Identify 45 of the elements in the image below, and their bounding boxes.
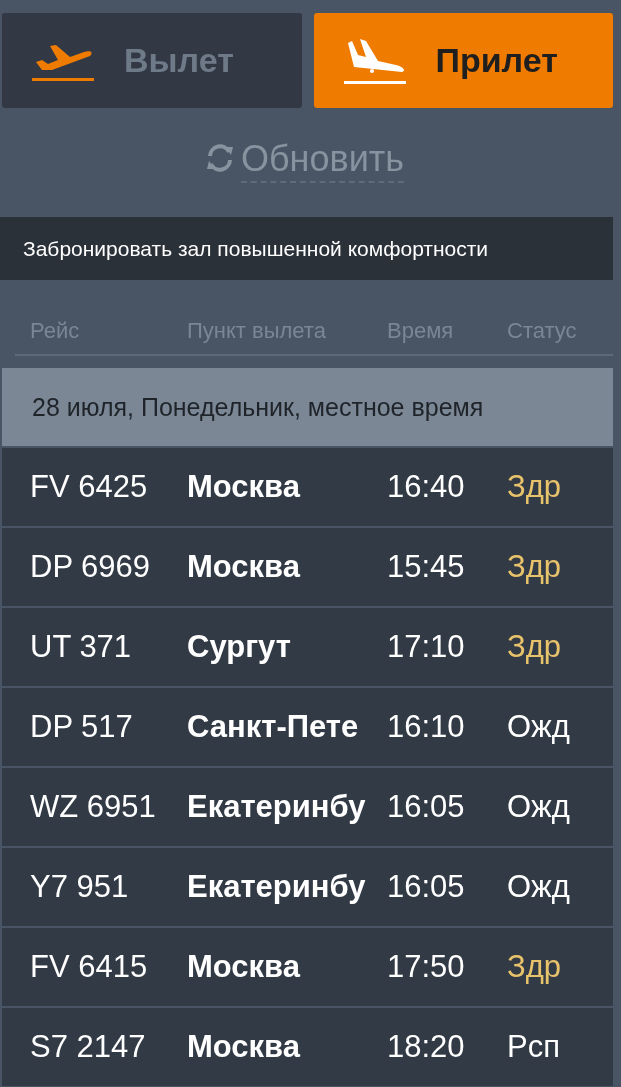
city-name: Сургут: [187, 629, 292, 665]
flight-row[interactable]: UT 371 Сургут 17:10 Здр: [2, 608, 613, 686]
flight-status: Здр: [507, 549, 563, 585]
arrival-time: 16:05: [387, 789, 466, 825]
flight-status: Здр: [507, 629, 563, 665]
flight-status: Ожд: [507, 789, 571, 825]
flight-number: DP 6969: [29, 549, 152, 585]
flight-status: Здр: [507, 469, 563, 505]
city-name: Санкт-Пете: [187, 709, 360, 745]
flight-row[interactable]: WZ 6951 Екатеринбу 16:05 Ожд: [2, 768, 613, 846]
city-name: Москва: [187, 469, 302, 505]
book-lounge-button[interactable]: Забронировать зал повышенной комфортности: [0, 217, 613, 280]
flight-row[interactable]: DP 517 Санкт-Пете 16:10 Ожд: [2, 688, 613, 766]
flight-row[interactable]: FV 6415 Москва 17:50 Здр: [2, 928, 613, 1006]
arrival-time: 16:40: [387, 469, 466, 505]
flight-row[interactable]: DP 6969 Москва 15:45 Здр: [2, 528, 613, 606]
flight-number: DP 517: [29, 709, 134, 745]
arrival-time: 17:10: [387, 629, 466, 665]
city-name: Екатеринбу: [187, 789, 367, 825]
city-name: Москва: [187, 949, 302, 985]
arrival-time: 18:20: [387, 1029, 466, 1065]
flight-status: Ожд: [507, 869, 571, 905]
flight-number: WZ 6951: [29, 789, 157, 825]
flight-row[interactable]: S7 2147 Москва 18:20 Рсп: [2, 1008, 613, 1086]
flight-number: FV 6415: [29, 949, 149, 985]
flight-row[interactable]: FV 6425 Москва 16:40 Здр: [2, 448, 613, 526]
landing-icon: [343, 36, 406, 85]
refresh-icon: [205, 143, 235, 173]
flight-row[interactable]: Y7 951 Екатеринбу 16:05 Ожд: [2, 848, 613, 926]
flight-number: UT 371: [29, 629, 133, 665]
flight-number: S7 2147: [29, 1029, 147, 1065]
city-name: Москва: [187, 549, 302, 585]
flight-number: FV 6425: [29, 469, 149, 505]
tab[interactable]: Прилет: [313, 13, 613, 108]
date-header: 28 июля, Понедельник, местное время: [2, 368, 613, 446]
city-name: Екатеринбу: [187, 869, 367, 905]
arrival-time: 17:50: [387, 949, 466, 985]
flight-number: Y7 951: [29, 869, 130, 905]
arrival-time: 15:45: [387, 549, 466, 585]
flight-status: Здр: [507, 949, 563, 985]
arrival-time: 16:10: [387, 709, 466, 745]
flight-status: Рсп: [507, 1029, 561, 1065]
arrival-time: 16:05: [387, 869, 466, 905]
city-name: Москва: [187, 1029, 302, 1065]
flight-status: Ожд: [507, 709, 571, 745]
